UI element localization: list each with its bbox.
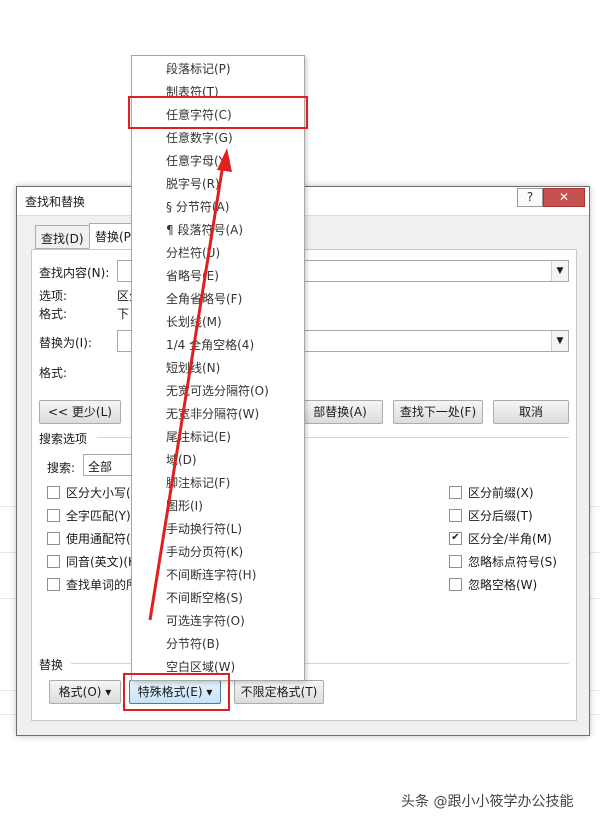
watermark: 头条 @跟小小筱学办公技能 (401, 794, 574, 810)
arrow-line (148, 157, 226, 621)
annotation-arrow (148, 148, 232, 621)
arrow-head-icon (217, 148, 232, 172)
